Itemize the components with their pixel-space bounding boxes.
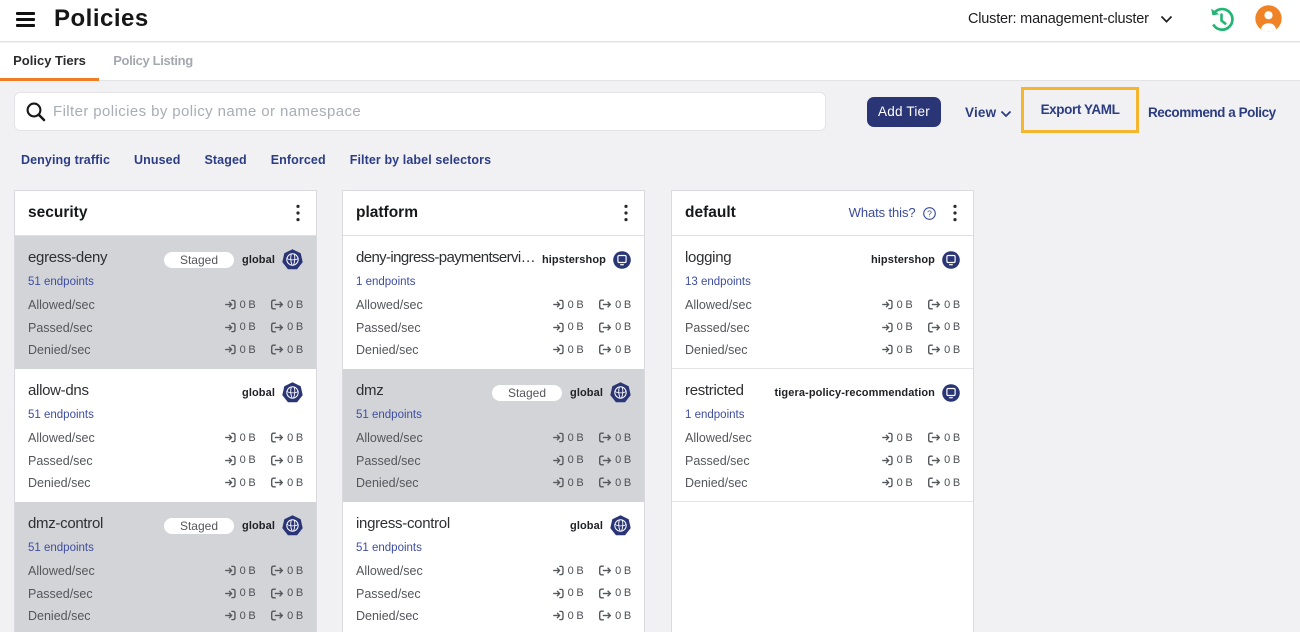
svg-text:?: ? — [927, 209, 932, 219]
